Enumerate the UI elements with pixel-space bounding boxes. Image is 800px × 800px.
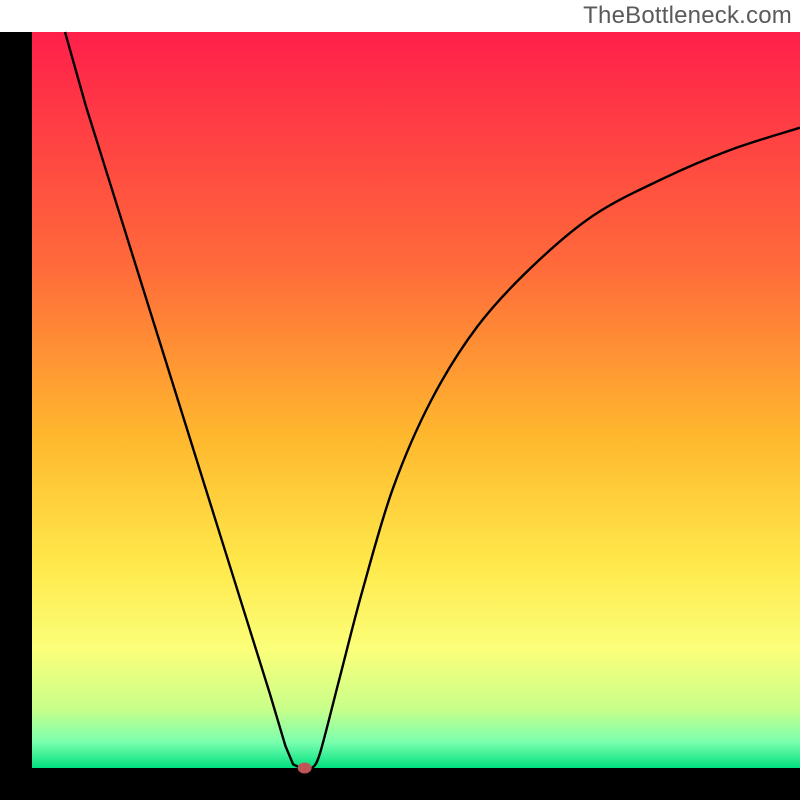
watermark-text: TheBottleneck.com [583, 2, 792, 30]
frame-bottom [0, 768, 800, 800]
frame-left [0, 32, 32, 800]
plot-background [32, 32, 800, 768]
chart-container: { "watermark": { "text": "TheBottleneck.… [0, 0, 800, 800]
bottleneck-chart [0, 0, 800, 800]
optimum-marker [298, 763, 312, 774]
